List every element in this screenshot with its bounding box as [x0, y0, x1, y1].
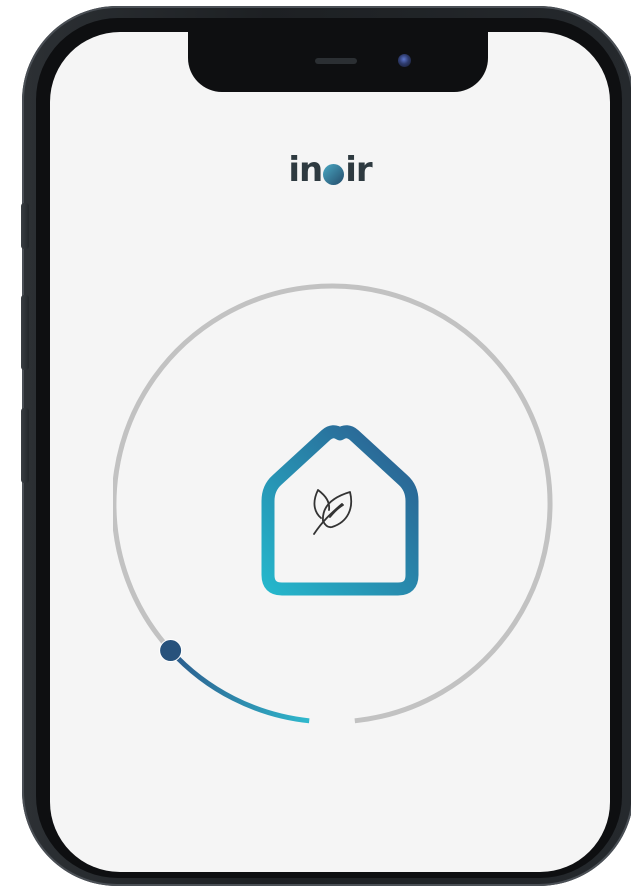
logo-mark — [323, 163, 345, 185]
volume-up-button — [21, 295, 29, 370]
dial-progress — [168, 648, 310, 724]
silent-switch — [21, 203, 29, 249]
volume-down-button — [21, 408, 29, 483]
phone-screen: in ir — [50, 32, 610, 872]
front-camera — [398, 54, 411, 67]
dial-knob[interactable] — [159, 639, 183, 663]
app-logo: in ir — [50, 150, 610, 190]
home-mode-button[interactable] — [255, 417, 425, 602]
logo-text-end: ir — [345, 150, 372, 190]
earpiece-speaker — [315, 58, 357, 64]
logo-text-start: in — [288, 150, 323, 190]
notch — [188, 32, 488, 92]
leaf-icon — [313, 489, 353, 535]
